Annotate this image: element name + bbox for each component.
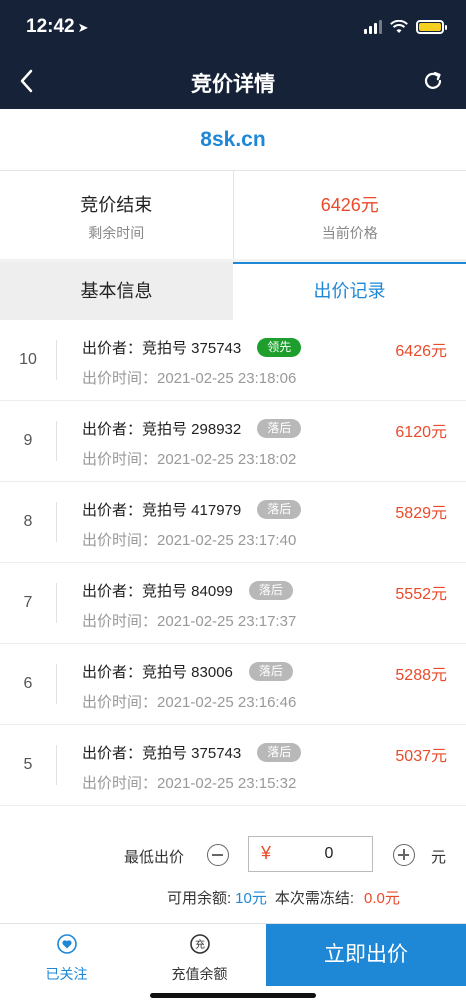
remaining-time-label: 剩余时间 — [88, 225, 145, 241]
record-index: 9 — [23, 432, 33, 449]
record-time: 出价时间：2021-02-25 23:17:40 — [82, 532, 297, 549]
current-price: 6426元 — [320, 195, 379, 215]
bid-now-button[interactable]: 立即出价 — [266, 924, 466, 986]
location-arrow-icon: ➤ — [77, 20, 89, 35]
bidder-text: 出价者：竞拍号 417979 — [82, 502, 242, 519]
bidder-text: 出价者：竞拍号 84099 — [82, 583, 233, 600]
min-bid-label: 最低出价 — [124, 849, 185, 866]
bid-record-row: 5 出价者：竞拍号 375743 落后 出价时间：2021-02-25 23:15… — [0, 725, 466, 806]
balance-value: 10元 — [235, 890, 267, 907]
refresh-icon[interactable] — [422, 70, 444, 92]
top-bar: 12:42 ➤ 竞价详情 — [0, 0, 466, 109]
record-bidder: 出价者：竞拍号 375743 领先 — [82, 337, 302, 358]
bid-amount-box[interactable]: ¥ — [248, 836, 373, 872]
record-index: 10 — [19, 351, 37, 368]
home-indicator[interactable] — [150, 993, 316, 998]
tab-bar: 基本信息 出价记录 — [0, 262, 466, 320]
record-time: 出价时间：2021-02-25 23:18:02 — [82, 451, 297, 468]
record-index: 8 — [23, 513, 33, 530]
recharge-button[interactable]: 充 充值余额 — [133, 924, 266, 986]
bid-record-row: 9 出价者：竞拍号 298932 落后 出价时间：2021-02-25 23:18… — [0, 401, 466, 482]
recharge-label: 充值余额 — [171, 966, 228, 982]
record-bidder: 出价者：竞拍号 417979 落后 — [82, 499, 302, 520]
current-price-label: 当前价格 — [321, 225, 378, 241]
bidder-text: 出价者：竞拍号 83006 — [82, 664, 233, 681]
divider — [56, 502, 57, 542]
record-bidder: 出价者：竞拍号 84099 落后 — [82, 580, 293, 601]
status-badge: 落后 — [257, 743, 302, 762]
decrease-bid-button[interactable] — [207, 844, 229, 866]
freeze-label: 本次需冻结: — [274, 890, 355, 907]
status-time: 12:42 ➤ — [26, 16, 89, 38]
bid-record-row: 8 出价者：竞拍号 417979 落后 出价时间：2021-02-25 23:17… — [0, 482, 466, 563]
increase-bid-button[interactable] — [393, 844, 415, 866]
recharge-icon: 充 — [189, 934, 210, 954]
status-badge: 落后 — [248, 581, 293, 600]
balance-label: 可用余额: — [167, 890, 232, 907]
record-amount: 5552元 — [395, 586, 447, 603]
record-time: 出价时间：2021-02-25 23:16:46 — [82, 694, 297, 711]
record-bidder: 出价者：竞拍号 298932 落后 — [82, 418, 302, 439]
record-amount: 6426元 — [395, 343, 447, 360]
bid-record-row: 10 出价者：竞拍号 375743 领先 出价时间：2021-02-25 23:1… — [0, 320, 466, 401]
auction-status: 竞价结束 — [80, 195, 153, 215]
auction-summary: 竞价结束 剩余时间 6426元 当前价格 — [0, 171, 466, 259]
record-amount: 5037元 — [395, 748, 447, 765]
status-badge: 领先 — [257, 338, 302, 357]
bid-unit: 元 — [431, 849, 447, 866]
bidder-text: 出价者：竞拍号 375743 — [82, 340, 242, 357]
record-bidder: 出价者：竞拍号 375743 落后 — [82, 742, 302, 763]
currency-symbol: ¥ — [261, 843, 272, 863]
bid-records-list[interactable]: 10 出价者：竞拍号 375743 领先 出价时间：2021-02-25 23:1… — [0, 320, 466, 815]
status-cell: 竞价结束 剩余时间 — [0, 171, 233, 259]
heart-circle-icon — [56, 934, 77, 954]
domain-name: 8sk.cn — [0, 109, 466, 171]
record-index: 6 — [23, 675, 33, 692]
follow-label: 已关注 — [45, 966, 88, 982]
record-amount: 5288元 — [395, 667, 447, 684]
divider — [56, 745, 57, 785]
record-bidder: 出价者：竞拍号 83006 落后 — [82, 661, 293, 682]
status-icons — [364, 20, 447, 34]
record-time: 出价时间：2021-02-25 23:18:06 — [82, 370, 297, 387]
record-index: 5 — [23, 756, 33, 773]
price-cell: 6426元 当前价格 — [232, 171, 466, 259]
bid-panel: 最低出价 ¥ 元 可用余额: 10元 本次需冻结: 0.0元 — [0, 815, 466, 923]
status-badge: 落后 — [257, 419, 302, 438]
divider — [56, 340, 57, 380]
record-time: 出价时间：2021-02-25 23:17:37 — [82, 613, 297, 630]
tab-bid-records[interactable]: 出价记录 — [233, 262, 466, 320]
bidder-text: 出价者：竞拍号 375743 — [82, 745, 242, 762]
bid-record-row: 7 出价者：竞拍号 84099 落后 出价时间：2021-02-25 23:17:… — [0, 563, 466, 644]
record-amount: 6120元 — [395, 424, 447, 441]
cellular-signal-icon — [364, 20, 382, 34]
wifi-icon — [390, 20, 408, 33]
record-index: 7 — [23, 594, 33, 611]
page-title: 竞价详情 — [191, 73, 275, 96]
record-amount: 5829元 — [395, 505, 447, 522]
bidder-text: 出价者：竞拍号 298932 — [82, 421, 242, 438]
status-badge: 落后 — [248, 662, 293, 681]
tab-basic-info[interactable]: 基本信息 — [0, 262, 233, 320]
divider — [56, 421, 57, 461]
bid-amount-input[interactable] — [289, 842, 369, 866]
divider — [56, 664, 57, 704]
status-badge: 落后 — [257, 500, 302, 519]
status-time-text: 12:42 — [26, 16, 75, 37]
follow-button[interactable]: 已关注 — [0, 924, 133, 986]
battery-icon — [416, 20, 447, 34]
divider — [56, 583, 57, 623]
bid-record-row: 6 出价者：竞拍号 83006 落后 出价时间：2021-02-25 23:16:… — [0, 644, 466, 725]
freeze-value: 0.0元 — [364, 890, 400, 907]
svg-text:充: 充 — [195, 938, 205, 951]
balance-row: 可用余额: 10元 本次需冻结: 0.0元 — [167, 887, 400, 908]
record-time: 出价时间：2021-02-25 23:15:32 — [82, 775, 297, 792]
